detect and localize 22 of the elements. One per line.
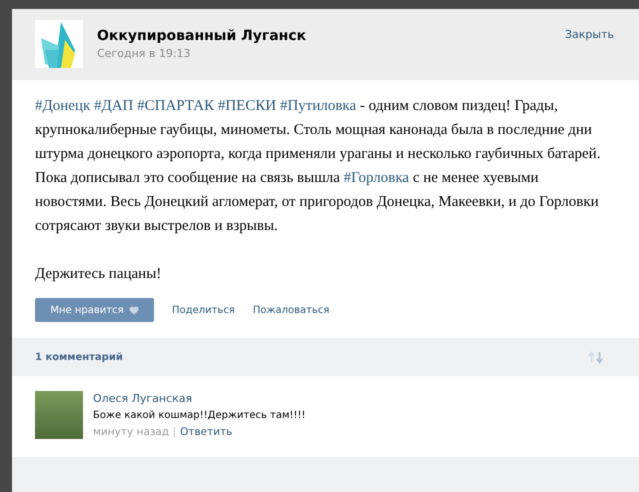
comment-text: Боже какой кошмар!!Держитесь там!!!! — [93, 410, 306, 421]
post-text: #Донецк #ДАП #СПАРТАК #ПЕСКИ #Путиловка - одним словом пиздец! Грады, крупнокалиберные гаубицы, минометы. Столь мощная канонада была в последние дни штурма донецкого аэропорта, когда применяли ураганы и несколько гаубичных батарей. Пока дописывал это сообщение на связь вышла #Горловка с не менее хуевыми новостями. Весь Донецкий агломерат, от пригородов Донецка, Макеевки, и до Горловки сотрясают звуки выстрелов и взрывы. — [35, 97, 602, 236]
hashtag-link[interactable]: #Горловка — [344, 170, 410, 186]
sort-arrows-icon[interactable] — [588, 350, 604, 364]
hashtag-link[interactable]: #ПЕСКИ — [218, 98, 276, 114]
hashtag-link[interactable]: #СПАРТАК — [137, 98, 214, 114]
hashtag-link[interactable]: #Путиловка — [280, 98, 356, 114]
comment-count: 1 комментарий — [35, 352, 123, 362]
share-link[interactable]: Поделиться — [172, 304, 235, 316]
hashtag-link[interactable]: #ДАП — [94, 98, 134, 114]
hashtag-link[interactable]: #Донецк — [35, 98, 90, 114]
crystal-logo-icon — [35, 20, 83, 68]
group-name[interactable]: Оккупированный Луганск — [97, 28, 306, 44]
heart-icon — [128, 306, 139, 314]
reply-link[interactable]: Ответить — [180, 426, 232, 438]
post-time: Сегодня в 19:13 — [97, 47, 192, 60]
close-link[interactable]: Закрыть — [565, 28, 614, 41]
photo-placeholder — [35, 391, 83, 439]
commenter-name[interactable]: Олеся Луганская — [93, 392, 306, 405]
report-link[interactable]: Пожаловаться — [252, 304, 330, 316]
comment-time: минуту назад — [93, 426, 170, 438]
post-text: Держитесь пацаны! — [35, 265, 162, 284]
